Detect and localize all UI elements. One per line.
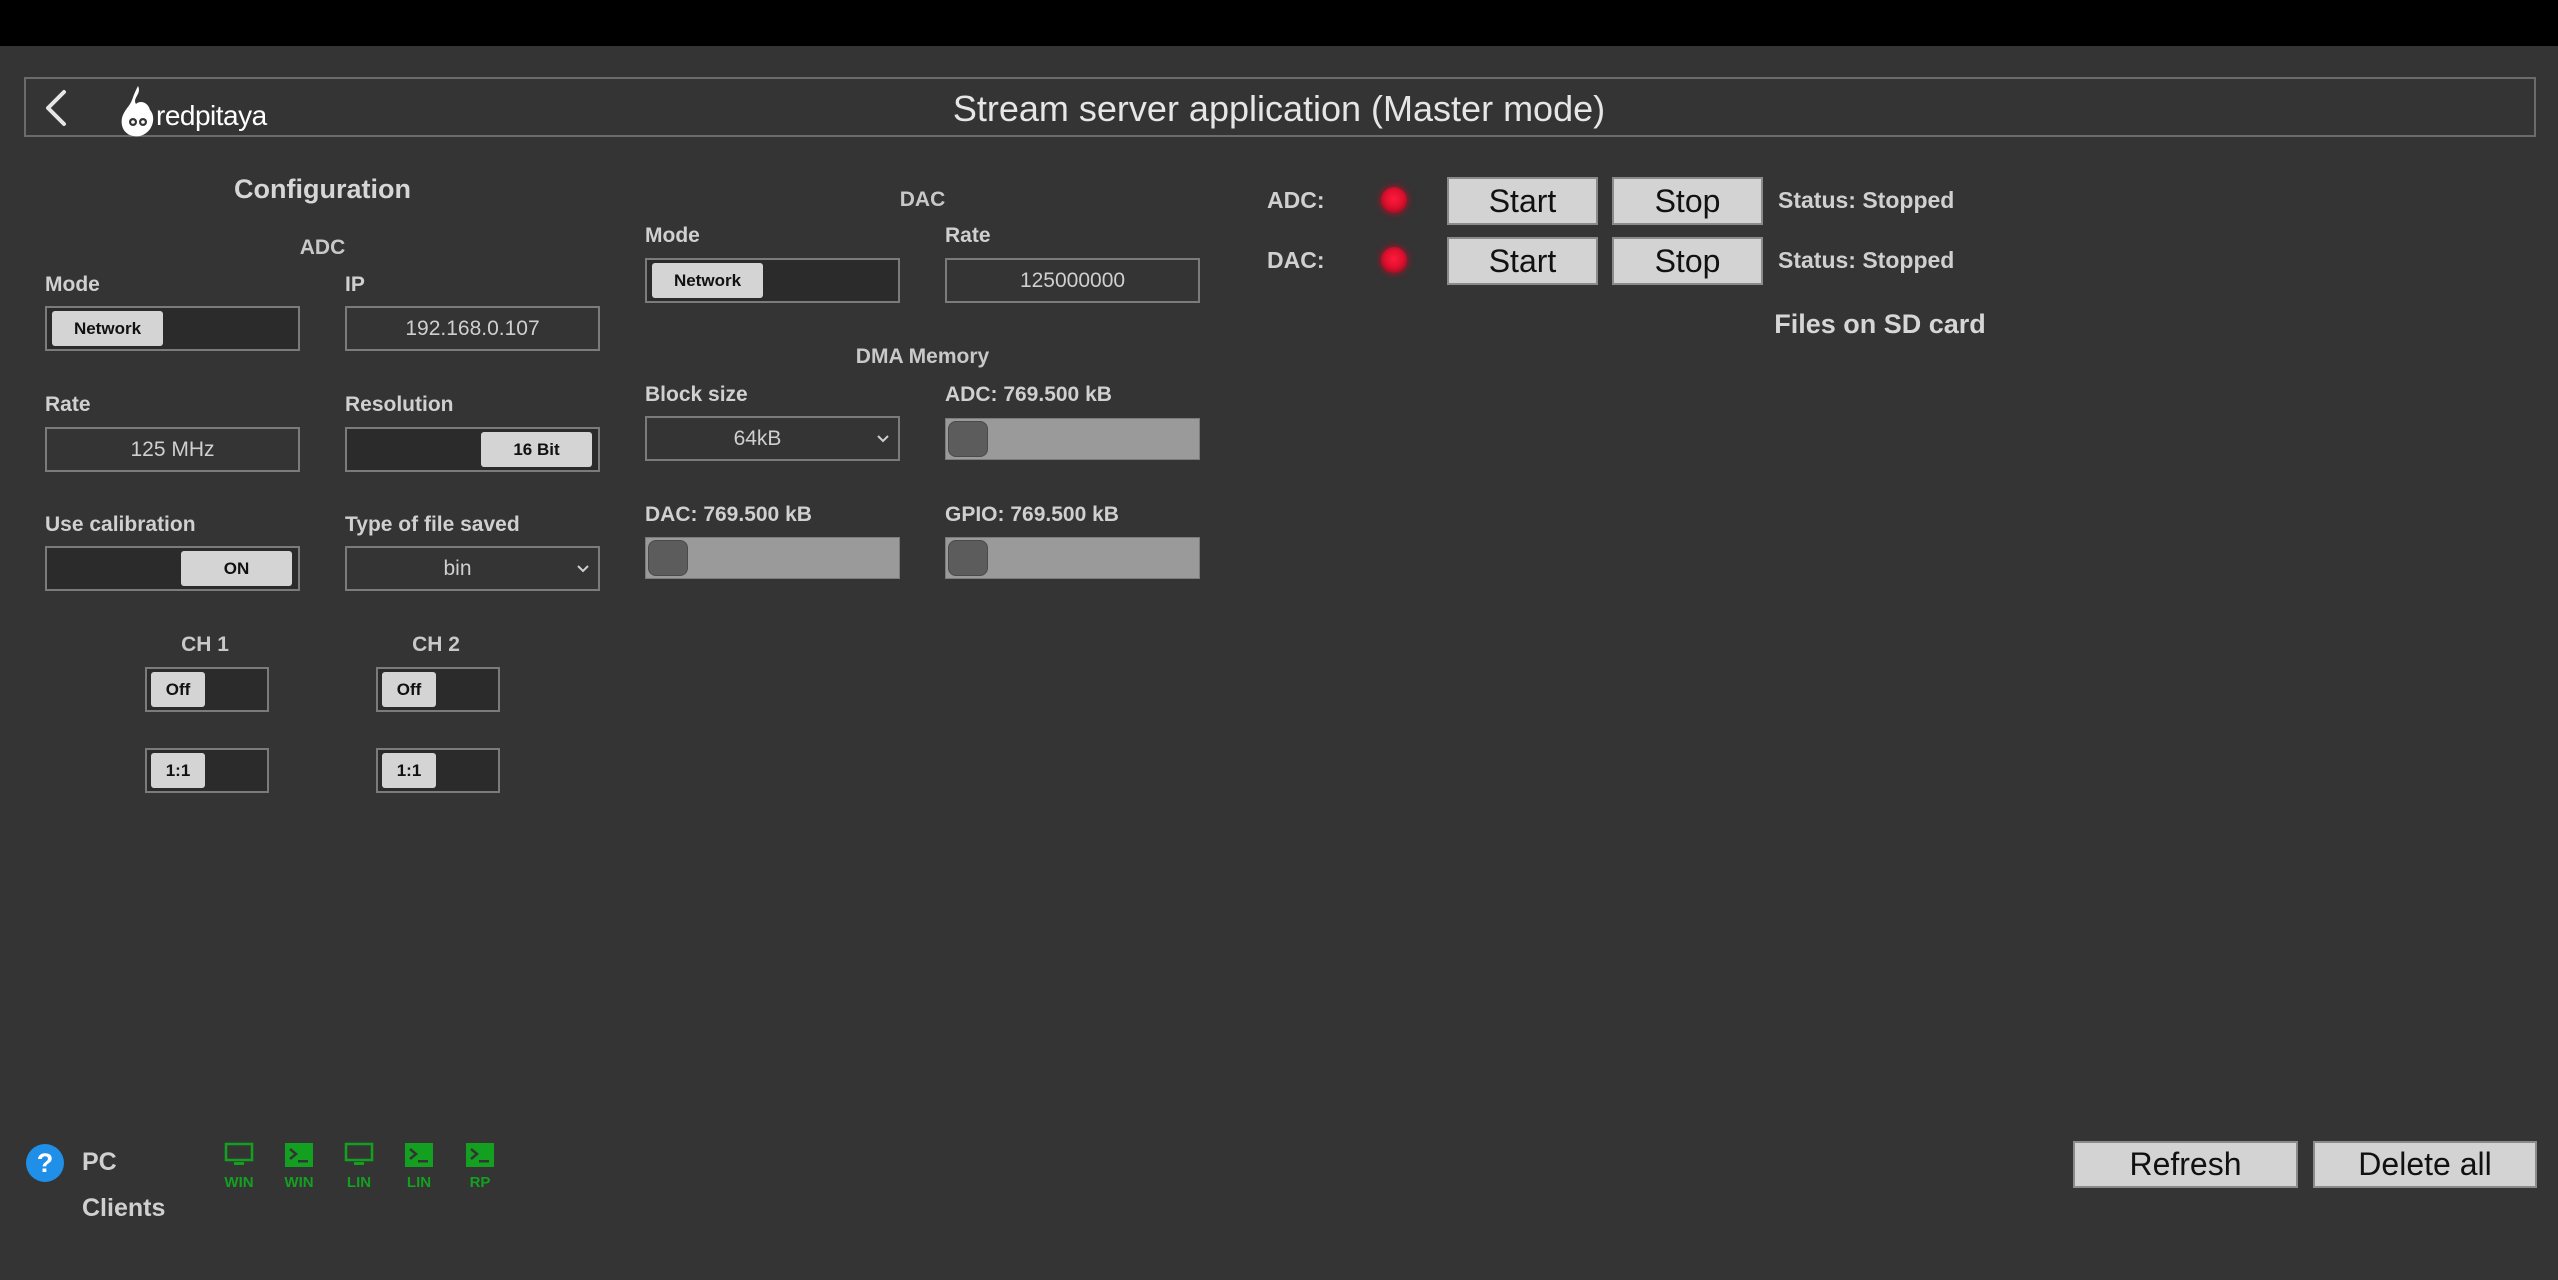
dac-mode-label: Mode [645,224,700,247]
block-size-label: Block size [645,383,748,406]
ch1-attenuation: 1:1 [151,753,205,788]
ip-field[interactable]: 192.168.0.107 [345,306,600,351]
block-size-select[interactable]: 64kB [645,416,900,461]
dma-memory-heading: DMA Memory [855,345,990,368]
ip-label: IP [345,273,365,296]
dma-adc-slider[interactable] [945,418,1200,460]
resolution-toggle[interactable]: 16 Bit [345,427,600,472]
adc-rate-label: Rate [45,393,91,416]
help-icon[interactable]: ? [26,1144,64,1182]
client-lin-terminal[interactable]: LIN [401,1142,437,1191]
client-label: LIN [346,1174,372,1191]
ch1-toggle[interactable]: Off [145,667,269,712]
resolution-label: Resolution [345,393,454,416]
adc-mode-value: Network [52,311,163,346]
dma-gpio-slider-thumb[interactable] [948,540,988,576]
adc-stop-button[interactable]: Stop [1612,177,1763,225]
calibration-label: Use calibration [45,513,196,536]
top-bar [0,0,2558,46]
dma-dac-slider-thumb[interactable] [648,540,688,576]
ch2-label: CH 2 [412,633,460,656]
pc-label: PC [82,1148,117,1176]
dma-gpio-slider[interactable] [945,537,1200,579]
client-label: WIN [284,1174,314,1191]
delete-all-button[interactable]: Delete all [2313,1141,2537,1188]
calibration-toggle[interactable]: ON [45,546,300,591]
client-lin-monitor[interactable]: LIN [341,1142,377,1191]
adc-mode-toggle[interactable]: Network [45,306,300,351]
dac-status-text: Status: Stopped [1778,247,1955,273]
dac-mode-value: Network [652,263,763,298]
terminal-icon [466,1143,494,1167]
adc-status-text: Status: Stopped [1778,187,1955,213]
filetype-select[interactable]: bin [345,546,600,591]
adc-config-heading: ADC [299,236,346,259]
dma-adc-slider-thumb[interactable] [948,421,988,457]
ch2-state: Off [382,672,436,707]
dac-status-led [1381,247,1407,273]
filetype-value: bin [443,556,472,580]
configuration-heading: Configuration [234,174,411,204]
clients-label: Clients [82,1194,166,1222]
adc-status-led [1381,187,1407,213]
files-heading: Files on SD card [1774,309,1986,339]
refresh-button[interactable]: Refresh [2073,1141,2298,1188]
client-win-monitor[interactable]: WIN [221,1142,257,1191]
monitor-icon [344,1142,374,1165]
ch2-attenuation-toggle[interactable]: 1:1 [376,748,500,793]
dac-control-label: DAC: [1267,247,1325,273]
ch1-attenuation-toggle[interactable]: 1:1 [145,748,269,793]
chevron-down-icon [577,564,589,572]
client-label: LIN [406,1174,432,1191]
dac-mode-toggle[interactable]: Network [645,258,900,303]
filetype-label: Type of file saved [345,513,520,536]
dac-start-button[interactable]: Start [1447,237,1598,285]
terminal-icon [285,1143,313,1167]
adc-start-button[interactable]: Start [1447,177,1598,225]
dac-stop-button[interactable]: Stop [1612,237,1763,285]
adc-control-label: ADC: [1267,187,1325,213]
monitor-icon [224,1142,254,1165]
dma-dac-slider[interactable] [645,537,900,579]
chevron-down-icon [877,434,889,442]
resolution-value: 16 Bit [481,432,592,467]
calibration-value: ON [181,551,292,586]
dma-adc-label: ADC: 769.500 kB [945,383,1112,406]
adc-rate-field[interactable]: 125 MHz [45,427,300,472]
block-size-value: 64kB [733,426,782,450]
dma-gpio-label: GPIO: 769.500 kB [945,503,1119,526]
client-label: RP [469,1174,491,1191]
dac-rate-field[interactable]: 125000000 [945,258,1200,303]
page-title: Stream server application (Master mode) [952,88,1606,129]
client-rp-terminal[interactable]: RP [462,1142,498,1191]
ch1-state: Off [151,672,205,707]
adc-mode-label: Mode [45,273,100,296]
client-win-terminal[interactable]: WIN [281,1142,317,1191]
dac-rate-label: Rate [945,224,991,247]
ch1-label: CH 1 [181,633,229,656]
terminal-icon [405,1143,433,1167]
dma-dac-label: DAC: 769.500 kB [645,503,812,526]
dac-config-heading: DAC [899,188,946,211]
ch2-toggle[interactable]: Off [376,667,500,712]
client-label: WIN [224,1174,254,1191]
ch2-attenuation: 1:1 [382,753,436,788]
